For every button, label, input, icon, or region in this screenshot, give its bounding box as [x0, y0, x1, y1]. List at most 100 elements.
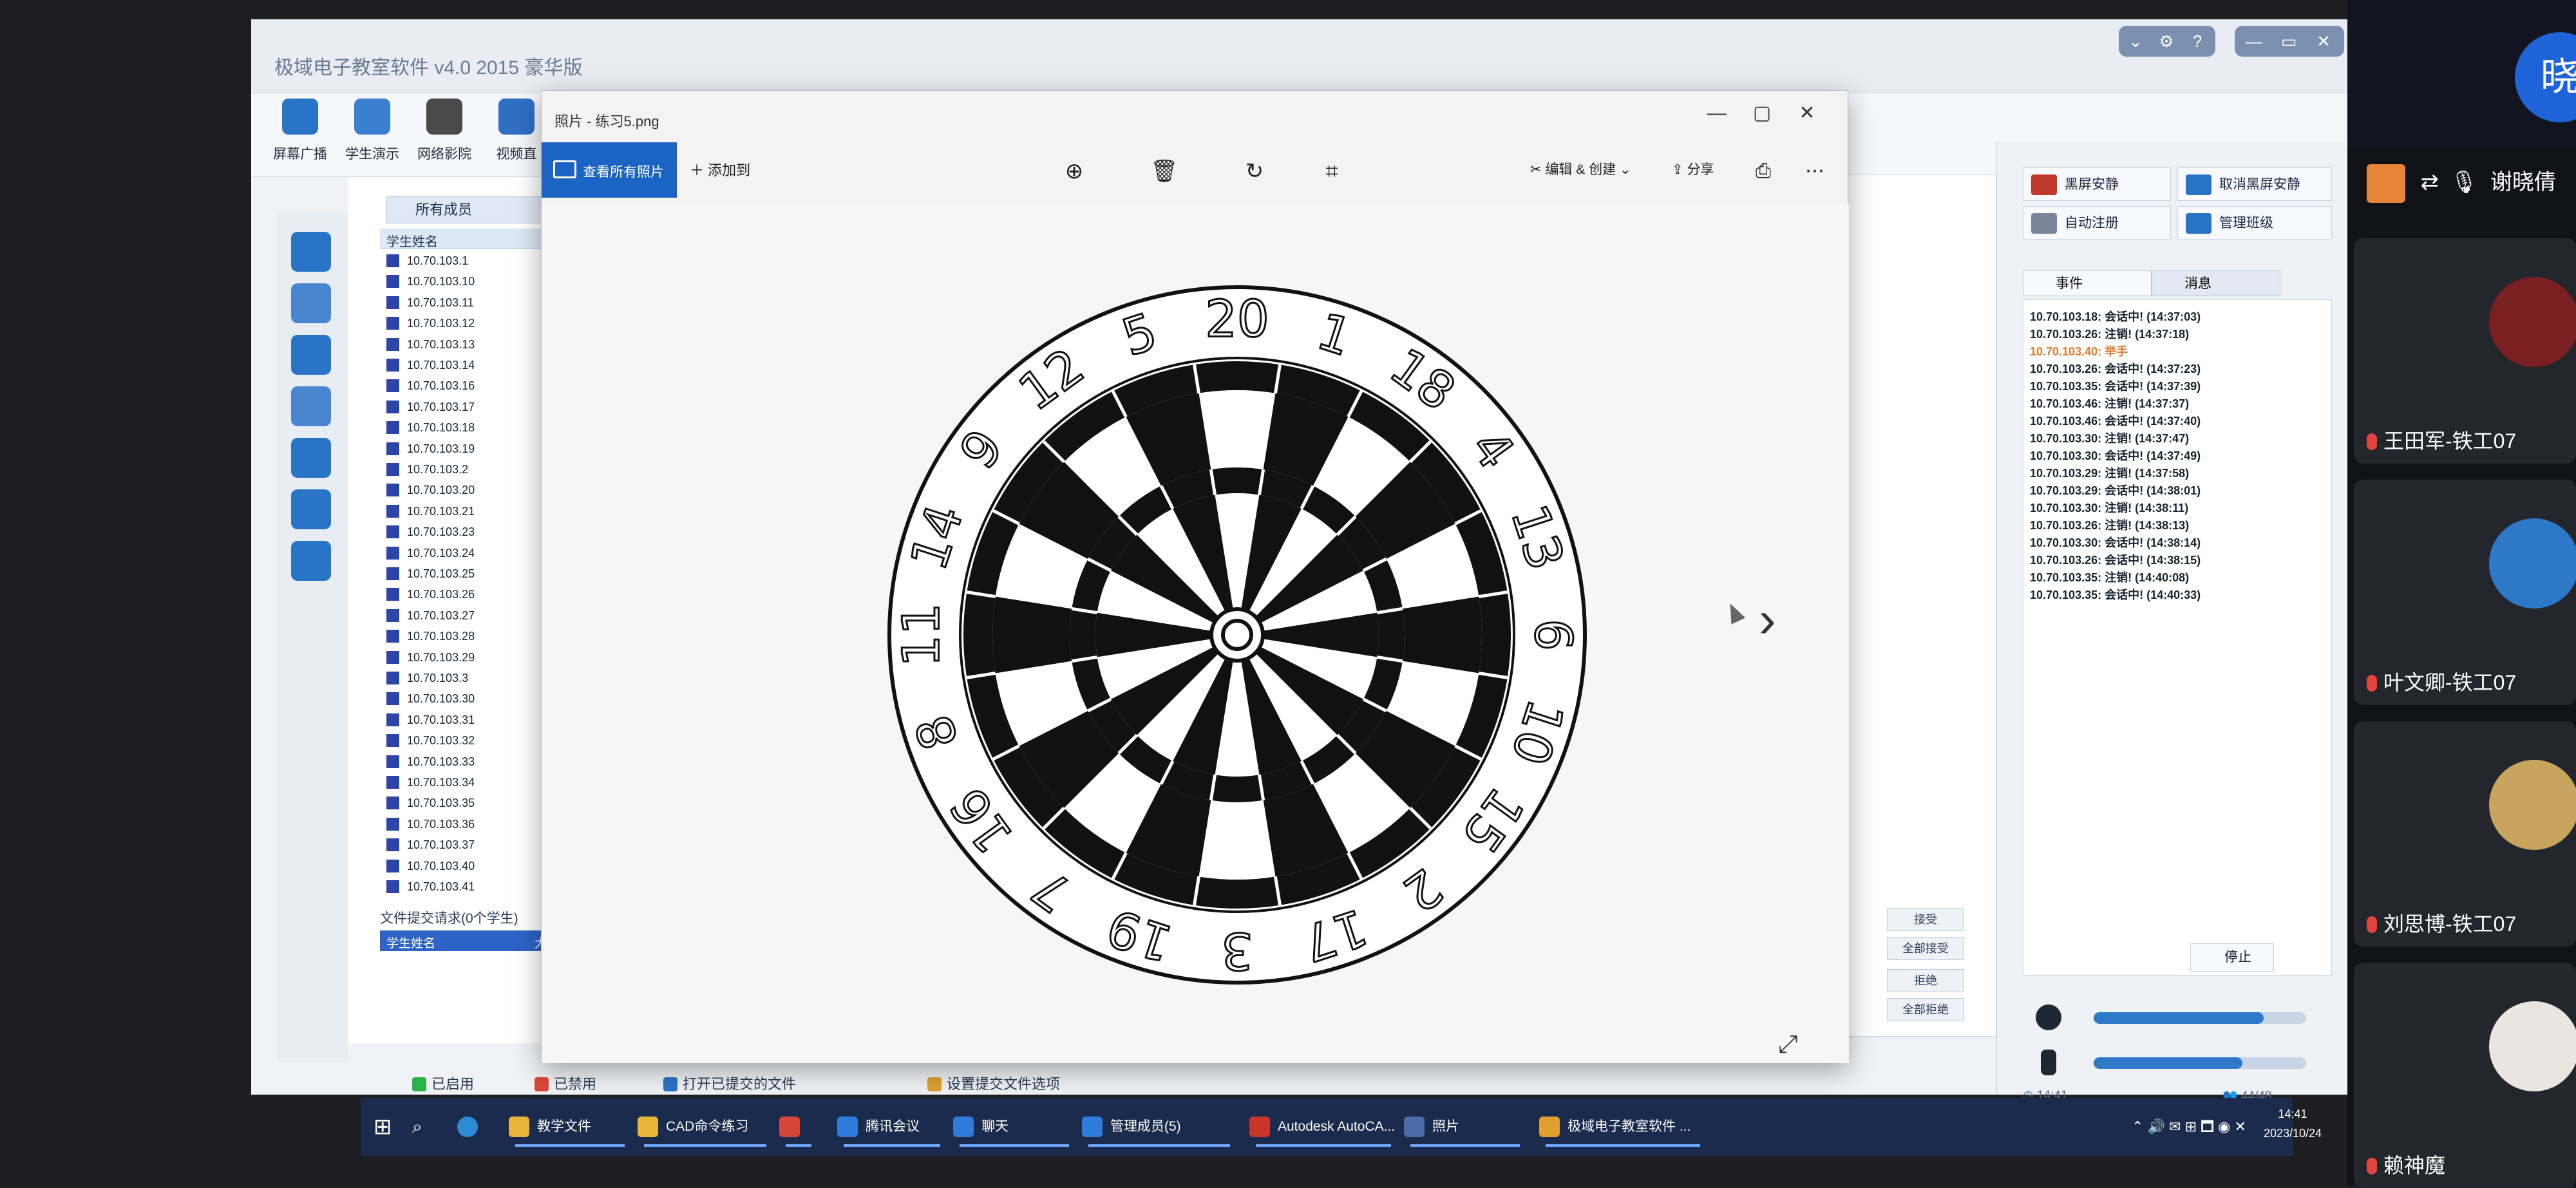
tab-messages[interactable]: 消息 — [2152, 270, 2280, 296]
toolbar-button-2[interactable]: 网络影院 — [408, 99, 480, 173]
collapse-icon[interactable]: ⌄ — [2120, 30, 2151, 53]
edit-icon[interactable] — [291, 541, 331, 581]
cancel-black-screen-button[interactable]: 取消黑屏安静 — [2177, 167, 2332, 201]
participant-tile[interactable]: 王田军-铁工07 — [2354, 238, 2576, 464]
auto-register-icon — [2031, 213, 2057, 234]
add-to-button[interactable]: ＋ 添加到 — [690, 159, 750, 180]
share-icon: ⇪ — [1672, 162, 1687, 177]
stop-button[interactable]: 停止 — [2190, 943, 2274, 972]
reject-all-button[interactable]: 全部拒绝 — [1887, 998, 1964, 1021]
rotate-icon[interactable]: ↻ — [1237, 154, 1272, 189]
next-image-chevron-icon[interactable]: › — [1759, 590, 1776, 649]
more-icon[interactable]: ⋯ — [1797, 154, 1832, 189]
zoom-icon[interactable]: ⊕ — [1057, 154, 1092, 189]
edit-create-button[interactable]: ✂ 编辑 & 创建 ⌄ — [1530, 159, 1631, 178]
participant-name-row: 王田军-铁工07 — [2367, 425, 2516, 455]
maximize-icon[interactable]: ▭ — [2273, 30, 2304, 53]
users-icon[interactable] — [291, 335, 331, 375]
grid-view-icon[interactable] — [291, 232, 331, 272]
participant-name: 刘思博-铁工07 — [2383, 912, 2517, 936]
double-ring-segment — [1194, 361, 1280, 393]
accept-all-button[interactable]: 全部接受 — [1887, 937, 1964, 960]
chrome-icon — [779, 1117, 800, 1138]
mic-volume-fill — [2094, 1057, 2242, 1069]
top-avatar[interactable]: 晓 — [2515, 32, 2576, 122]
taskbar-app-7[interactable]: 照片 — [1404, 1109, 1526, 1147]
status-item-3[interactable]: 设置提交文件选项 — [927, 1073, 1060, 1093]
screen-share-icon: ⇄ — [2420, 170, 2439, 194]
group-tab-all[interactable]: 所有成员 — [386, 196, 560, 223]
taskbar-clock[interactable]: 14:41 2023/10/24 — [2248, 1104, 2338, 1143]
browser-icon[interactable] — [457, 1109, 483, 1144]
see-all-photos-button[interactable]: 查看所有照片 — [542, 142, 677, 198]
user-settings-icon[interactable] — [291, 489, 331, 529]
student-ip: 10.70.103.20 — [407, 484, 475, 497]
close-icon[interactable]: ✕ — [2308, 30, 2339, 53]
black-screen-button[interactable]: 黑屏安静 — [2023, 167, 2171, 201]
speaker-icon[interactable] — [2036, 1004, 2061, 1030]
microphone-icon[interactable] — [2041, 1050, 2056, 1075]
event-entry: 10.70.103.26: 注销! (14:38:13) — [2030, 519, 2190, 532]
mic-volume-slider[interactable] — [2094, 1057, 2306, 1069]
image-canvas[interactable]: 20 1 18 4 13 6 10 15 2 17 3 19 7 16 8 11 14 9 12 5 › ⤢ — [542, 203, 1849, 1063]
search-icon[interactable]: ⌕ — [412, 1109, 438, 1144]
participant-tile[interactable]: 赖神魔 — [2354, 963, 2576, 1188]
outer-single-segment — [1402, 596, 1482, 674]
fullscreen-icon[interactable]: ⤢ — [1778, 1031, 1797, 1059]
viewer-maximize-button[interactable]: ▢ — [1739, 97, 1785, 129]
taskbar-app-1[interactable]: CAD命令练习 — [638, 1109, 773, 1147]
viewer-minimize-button[interactable]: — — [1694, 97, 1739, 129]
files-icon[interactable] — [291, 438, 331, 478]
participant-tile[interactable]: 刘思博-铁工07 — [2354, 721, 2576, 947]
plus-icon: ＋ — [690, 162, 708, 178]
system-tray[interactable]: ⌃ 🔊 ✉ ⊞ 🗖 ◉ ✕ — [2132, 1109, 2246, 1144]
start-icon[interactable]: ⊞ — [374, 1109, 399, 1144]
tab-events[interactable]: 事件 — [2023, 270, 2152, 296]
participant-avatar — [2489, 760, 2576, 850]
mic-icon: 🎙 — [2450, 170, 2478, 194]
student-status-icon — [386, 546, 399, 560]
status-item-0[interactable]: 已启用 — [412, 1073, 474, 1093]
toolbar-button-0[interactable]: 屏幕广播 — [264, 99, 336, 173]
student-status-icon — [386, 672, 399, 684]
share-button[interactable]: ⇪ 分享 — [1672, 159, 1714, 178]
delete-icon[interactable]: 🗑 — [1147, 154, 1182, 189]
col-student-name[interactable]: 学生姓名 — [386, 231, 438, 250]
accept-button[interactable]: 接受 — [1887, 908, 1964, 931]
minimize-icon[interactable]: — — [2239, 30, 2269, 53]
settings-icon[interactable]: ⚙ — [2151, 30, 2182, 53]
taskbar-app-3[interactable]: 腾讯会议 — [837, 1109, 947, 1147]
bullseye — [1221, 619, 1253, 651]
student-status-icon — [386, 442, 399, 455]
crop-icon[interactable]: ⌗ — [1314, 154, 1349, 189]
help-icon[interactable]: ? — [2182, 30, 2213, 53]
student-ip: 10.70.103.18 — [407, 421, 475, 435]
taskbar-app-4[interactable]: 聊天 — [953, 1109, 1075, 1147]
status-icon — [412, 1077, 426, 1091]
document-icon[interactable] — [291, 386, 331, 426]
board-number-text: 3 — [1221, 921, 1253, 979]
event-log[interactable]: 10.70.103.18: 会话中! (14:37:03) 10.70.103.2… — [2023, 299, 2332, 976]
taskbar-app-0[interactable]: 教学文件 — [509, 1109, 631, 1147]
viewer-close-button[interactable]: ✕ — [1785, 97, 1830, 129]
submit-col-name[interactable]: 学生姓名 — [386, 934, 435, 951]
toolbar-button-1[interactable]: 学生演示 — [336, 99, 408, 173]
student-ip: 10.70.103.1 — [407, 254, 469, 267]
reject-button[interactable]: 拒绝 — [1887, 969, 1964, 992]
taskbar-app-6[interactable]: Autodesk AutoCA... — [1249, 1109, 1397, 1147]
list-view-icon[interactable] — [291, 283, 331, 323]
student-status-icon — [386, 525, 399, 539]
print-icon[interactable]: ⎙ — [1746, 154, 1781, 189]
taskbar-app-5[interactable]: 管理成员(5) — [1082, 1109, 1236, 1147]
status-item-2[interactable]: 打开已提交的文件 — [663, 1073, 796, 1093]
status-item-1[interactable]: 已禁用 — [535, 1073, 596, 1093]
speaker-volume-slider[interactable] — [2094, 1012, 2306, 1024]
auto-register-button[interactable]: 自动注册 — [2023, 206, 2171, 240]
status-icon — [535, 1077, 549, 1091]
event-entry: 10.70.103.26: 注销! (14:37:18) — [2030, 328, 2190, 341]
manage-class-button[interactable]: 管理班级 — [2177, 206, 2332, 240]
student-ip: 10.70.103.24 — [407, 546, 475, 560]
participant-tile[interactable]: 叶文卿-铁工07 — [2354, 480, 2576, 705]
taskbar-app-2[interactable] — [779, 1109, 818, 1147]
taskbar-app-8[interactable]: 极域电子教室软件 ... — [1539, 1109, 1707, 1147]
